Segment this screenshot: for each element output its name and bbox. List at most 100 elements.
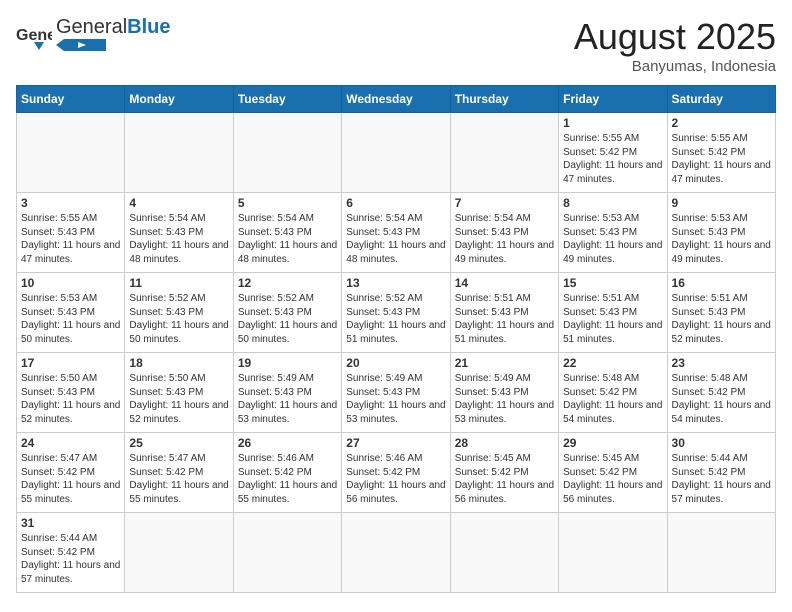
day-number: 29: [563, 436, 662, 450]
day-number: 30: [672, 436, 771, 450]
day-info: Sunrise: 5:52 AM Sunset: 5:43 PM Dayligh…: [346, 292, 445, 346]
calendar-cell: 3Sunrise: 5:55 AM Sunset: 5:43 PM Daylig…: [17, 193, 125, 273]
calendar-cell: [233, 513, 341, 593]
logo: General GeneralBlue: [16, 16, 171, 56]
day-info: Sunrise: 5:51 AM Sunset: 5:43 PM Dayligh…: [672, 292, 771, 346]
day-number: 16: [672, 276, 771, 290]
day-info: Sunrise: 5:55 AM Sunset: 5:43 PM Dayligh…: [21, 212, 120, 266]
calendar-cell: 2 Sunrise: 5:55 AM Sunset: 5:42 PM Daylig…: [667, 113, 775, 193]
day-number: 26: [238, 436, 337, 450]
day-info: Sunrise: 5:49 AM Sunset: 5:43 PM Dayligh…: [455, 372, 554, 426]
day-number: 22: [563, 356, 662, 370]
day-header-tuesday: Tuesday: [233, 86, 341, 113]
calendar-cell: 20Sunrise: 5:49 AM Sunset: 5:43 PM Dayli…: [342, 353, 450, 433]
calendar-cell: 15Sunrise: 5:51 AM Sunset: 5:43 PM Dayli…: [559, 273, 667, 353]
calendar-header-row: SundayMondayTuesdayWednesdayThursdayFrid…: [17, 86, 776, 113]
day-info: Sunrise: 5:55 AM Sunset: 5:42 PM Dayligh…: [563, 132, 662, 186]
calendar-cell: 12 Sunrise: 5:52 AM Sunset: 5:43 PM Dayli…: [233, 273, 341, 353]
calendar-week-row: 17 Sunrise: 5:50 AM Sunset: 5:43 PM Dayli…: [17, 353, 776, 433]
day-number: 21: [455, 356, 554, 370]
day-info: Sunrise: 5:52 AM Sunset: 5:43 PM Dayligh…: [238, 292, 337, 346]
calendar-cell: 27 Sunrise: 5:46 AM Sunset: 5:42 PM Dayli…: [342, 433, 450, 513]
calendar-cell: 30 Sunrise: 5:44 AM Sunset: 5:42 PM Dayli…: [667, 433, 775, 513]
day-info: Sunrise: 5:54 AM Sunset: 5:43 PM Dayligh…: [346, 212, 445, 266]
calendar-cell: [125, 113, 233, 193]
calendar-cell: 17 Sunrise: 5:50 AM Sunset: 5:43 PM Dayli…: [17, 353, 125, 433]
day-number: 23: [672, 356, 771, 370]
calendar-cell: 24Sunrise: 5:47 AM Sunset: 5:42 PM Dayli…: [17, 433, 125, 513]
day-number: 8: [563, 196, 662, 210]
day-header-wednesday: Wednesday: [342, 86, 450, 113]
day-number: 10: [21, 276, 120, 290]
day-number: 11: [129, 276, 228, 290]
logo-general: General: [56, 16, 127, 38]
day-info: Sunrise: 5:51 AM Sunset: 5:43 PM Dayligh…: [455, 292, 554, 346]
logo-icon: General: [16, 22, 52, 50]
day-info: Sunrise: 5:50 AM Sunset: 5:43 PM Dayligh…: [129, 372, 228, 426]
day-info: Sunrise: 5:54 AM Sunset: 5:43 PM Dayligh…: [455, 212, 554, 266]
day-info: Sunrise: 5:54 AM Sunset: 5:43 PM Dayligh…: [129, 212, 228, 266]
day-number: 28: [455, 436, 554, 450]
calendar-cell: 11 Sunrise: 5:52 AM Sunset: 5:43 PM Dayli…: [125, 273, 233, 353]
calendar-cell: 26Sunrise: 5:46 AM Sunset: 5:42 PM Dayli…: [233, 433, 341, 513]
day-info: Sunrise: 5:53 AM Sunset: 5:43 PM Dayligh…: [672, 212, 771, 266]
day-number: 14: [455, 276, 554, 290]
calendar-cell: [450, 513, 558, 593]
calendar-cell: 28 Sunrise: 5:45 AM Sunset: 5:42 PM Dayli…: [450, 433, 558, 513]
calendar-cell: 8Sunrise: 5:53 AM Sunset: 5:43 PM Daylig…: [559, 193, 667, 273]
day-info: Sunrise: 5:51 AM Sunset: 5:43 PM Dayligh…: [563, 292, 662, 346]
location-title: Banyumas, Indonesia: [574, 58, 776, 75]
calendar-cell: [233, 113, 341, 193]
calendar-cell: [125, 513, 233, 593]
day-number: 31: [21, 516, 120, 530]
day-info: Sunrise: 5:53 AM Sunset: 5:43 PM Dayligh…: [21, 292, 120, 346]
day-info: Sunrise: 5:48 AM Sunset: 5:42 PM Dayligh…: [672, 372, 771, 426]
day-header-sunday: Sunday: [17, 86, 125, 113]
day-number: 27: [346, 436, 445, 450]
calendar-cell: [17, 113, 125, 193]
calendar-title-area: August 2025 Banyumas, Indonesia: [574, 16, 776, 75]
calendar-cell: 9Sunrise: 5:53 AM Sunset: 5:43 PM Daylig…: [667, 193, 775, 273]
calendar-cell: [342, 113, 450, 193]
day-number: 5: [238, 196, 337, 210]
logo-flag-icon: [56, 39, 106, 51]
calendar-cell: 25 Sunrise: 5:47 AM Sunset: 5:42 PM Dayli…: [125, 433, 233, 513]
day-number: 1: [563, 116, 662, 130]
day-info: Sunrise: 5:45 AM Sunset: 5:42 PM Dayligh…: [455, 452, 554, 506]
day-info: Sunrise: 5:46 AM Sunset: 5:42 PM Dayligh…: [346, 452, 445, 506]
day-info: Sunrise: 5:47 AM Sunset: 5:42 PM Dayligh…: [129, 452, 228, 506]
day-number: 20: [346, 356, 445, 370]
calendar-cell: 10 Sunrise: 5:53 AM Sunset: 5:43 PM Dayli…: [17, 273, 125, 353]
day-info: Sunrise: 5:44 AM Sunset: 5:42 PM Dayligh…: [21, 532, 120, 586]
day-number: 24: [21, 436, 120, 450]
day-header-thursday: Thursday: [450, 86, 558, 113]
day-info: Sunrise: 5:54 AM Sunset: 5:43 PM Dayligh…: [238, 212, 337, 266]
day-number: 2: [672, 116, 771, 130]
calendar-cell: 7 Sunrise: 5:54 AM Sunset: 5:43 PM Daylig…: [450, 193, 558, 273]
day-number: 12: [238, 276, 337, 290]
day-number: 18: [129, 356, 228, 370]
day-info: Sunrise: 5:44 AM Sunset: 5:42 PM Dayligh…: [672, 452, 771, 506]
day-info: Sunrise: 5:48 AM Sunset: 5:42 PM Dayligh…: [563, 372, 662, 426]
day-info: Sunrise: 5:52 AM Sunset: 5:43 PM Dayligh…: [129, 292, 228, 346]
calendar-week-row: 3Sunrise: 5:55 AM Sunset: 5:43 PM Daylig…: [17, 193, 776, 273]
page-header: General GeneralBlue August 2025 Banyumas…: [16, 16, 776, 75]
calendar-cell: 29Sunrise: 5:45 AM Sunset: 5:42 PM Dayli…: [559, 433, 667, 513]
day-info: Sunrise: 5:50 AM Sunset: 5:43 PM Dayligh…: [21, 372, 120, 426]
calendar-cell: 21 Sunrise: 5:49 AM Sunset: 5:43 PM Dayli…: [450, 353, 558, 433]
calendar-cell: 22 Sunrise: 5:48 AM Sunset: 5:42 PM Dayli…: [559, 353, 667, 433]
day-number: 7: [455, 196, 554, 210]
month-title: August 2025: [574, 16, 776, 58]
calendar-cell: [559, 513, 667, 593]
calendar-week-row: 10 Sunrise: 5:53 AM Sunset: 5:43 PM Dayli…: [17, 273, 776, 353]
calendar-cell: [342, 513, 450, 593]
calendar-cell: 1 Sunrise: 5:55 AM Sunset: 5:42 PM Daylig…: [559, 113, 667, 193]
day-number: 25: [129, 436, 228, 450]
day-info: Sunrise: 5:55 AM Sunset: 5:42 PM Dayligh…: [672, 132, 771, 186]
calendar-cell: 18 Sunrise: 5:50 AM Sunset: 5:43 PM Dayli…: [125, 353, 233, 433]
day-number: 17: [21, 356, 120, 370]
calendar-week-row: 31 Sunrise: 5:44 AM Sunset: 5:42 PM Dayli…: [17, 513, 776, 593]
calendar-cell: 6Sunrise: 5:54 AM Sunset: 5:43 PM Daylig…: [342, 193, 450, 273]
calendar-cell: 13Sunrise: 5:52 AM Sunset: 5:43 PM Dayli…: [342, 273, 450, 353]
calendar-cell: 5 Sunrise: 5:54 AM Sunset: 5:43 PM Daylig…: [233, 193, 341, 273]
